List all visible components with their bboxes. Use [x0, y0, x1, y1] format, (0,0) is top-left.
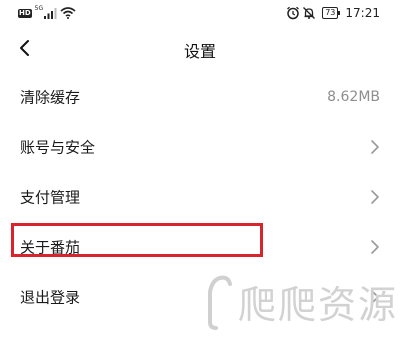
logout-label: 退出登录	[20, 288, 81, 307]
status-bar-right: 73 17:21	[286, 5, 380, 21]
page-title: 设置	[183, 42, 216, 61]
account-security-item[interactable]: 账号与安全	[0, 122, 400, 172]
about-fanqie-label: 关于番茄	[20, 238, 81, 257]
clear-cache-label: 清除缓存	[20, 88, 81, 107]
wifi-icon	[60, 7, 76, 19]
logout-item[interactable]: 退出登录	[0, 272, 400, 322]
chevron-right-icon	[371, 190, 379, 204]
chevron-right-icon	[371, 240, 379, 254]
about-fanqie-item[interactable]: 关于番茄	[0, 222, 400, 272]
account-security-label: 账号与安全	[20, 138, 96, 157]
clear-cache-item[interactable]: 清除缓存 8.62MB	[0, 72, 400, 122]
payment-management-item[interactable]: 支付管理	[0, 172, 400, 222]
nav-bar: 设置	[0, 26, 400, 72]
payment-management-label: 支付管理	[20, 188, 81, 207]
cache-size-value: 8.62MB	[327, 89, 380, 105]
mute-icon	[303, 7, 316, 19]
network-type-label: 5G	[34, 5, 44, 12]
chevron-right-icon	[371, 290, 379, 304]
status-bar-left: HD 5G	[18, 6, 78, 20]
status-bar: HD 5G 73 17:21	[0, 0, 400, 26]
hd-icon: HD	[18, 8, 32, 18]
settings-list: 清除缓存 8.62MB 账号与安全 支付管理 关于番茄 退出登录	[0, 72, 400, 322]
signal-icon	[44, 8, 57, 19]
battery-icon: 73	[322, 7, 341, 19]
chevron-right-icon	[371, 140, 379, 154]
alarm-icon	[287, 6, 300, 20]
status-time: 17:21	[345, 6, 380, 20]
